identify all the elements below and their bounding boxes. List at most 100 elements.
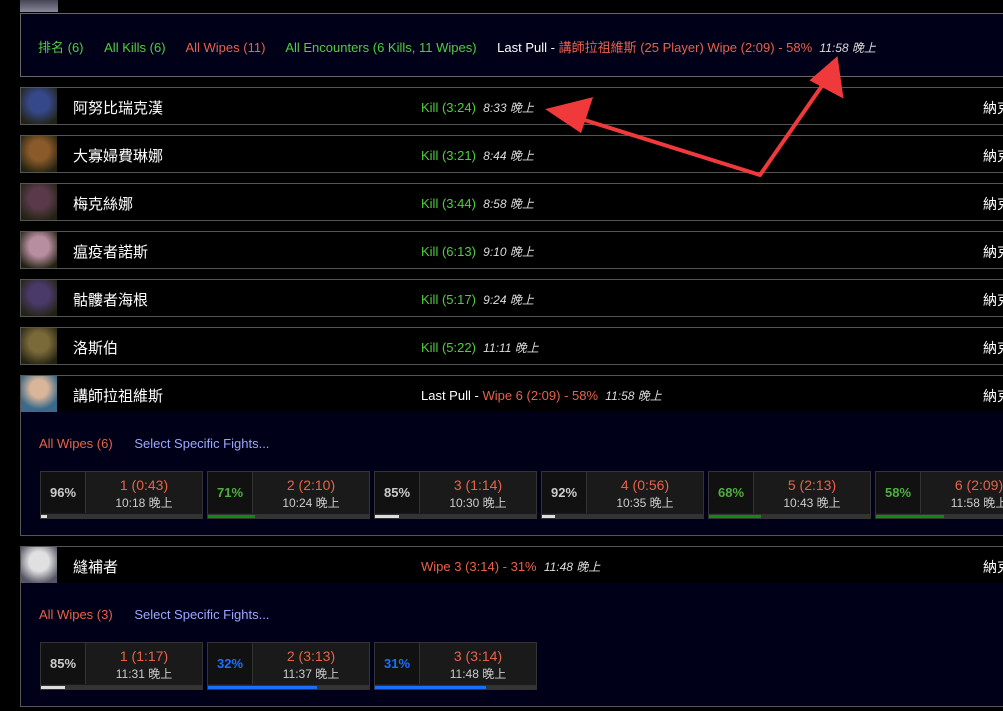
progress-bar <box>709 514 870 518</box>
progress-bar <box>208 685 369 689</box>
zone-label: 納克 <box>983 196 1003 212</box>
kill-time: 9:24 晚上 <box>483 293 534 307</box>
last-pull-link[interactable]: 講師拉祖維斯 (25 Player) Wipe (2:09) - 58% <box>559 40 813 55</box>
boss-health-percent: 31% <box>375 643 420 684</box>
boss-name: 縫補者 <box>73 559 119 576</box>
kill-link[interactable]: Kill (3:44) <box>421 196 476 211</box>
progress-fill <box>542 515 555 518</box>
kill-time: 11:11 晚上 <box>483 341 539 355</box>
progress-fill <box>709 515 761 518</box>
boss-health-percent: 58% <box>876 472 921 513</box>
kill-link[interactable]: Kill (3:24) <box>421 100 476 115</box>
fight-label: 1 (1:17) <box>119 648 169 664</box>
boss-health-percent: 71% <box>208 472 253 513</box>
kill-link[interactable]: Kill (5:17) <box>421 292 476 307</box>
boss-avatar <box>21 328 57 364</box>
encounter-row[interactable]: 洛斯伯 Kill (5:22) 11:11 晚上 納克 <box>20 327 1003 365</box>
result-link[interactable]: Wipe 6 (2:09) - 58% <box>482 388 598 403</box>
boss-health-percent: 96% <box>41 472 86 513</box>
razuvious-fights-panel: All Wipes (6) Select Specific Fights... … <box>20 412 1003 536</box>
kill-link[interactable]: Kill (3:21) <box>421 148 476 163</box>
rankings-link[interactable]: 排名 (6) <box>38 40 84 55</box>
fight-time: 10:30 晚上 <box>449 496 507 510</box>
encounter-row[interactable]: 阿努比瑞克漢 Kill (3:24) 8:33 晚上 納克 <box>20 87 1003 125</box>
last-pull-label: Last Pull <box>421 388 471 403</box>
encounter-row[interactable]: 大寡婦費琳娜 Kill (3:21) 8:44 晚上 納克 <box>20 135 1003 173</box>
boss-avatar <box>21 376 57 412</box>
fight-card[interactable]: 85% 3 (1:14) 10:30 晚上 <box>374 471 537 519</box>
fight-time: 11:58 晚上 <box>950 496 1003 510</box>
last-pull-time: 11:58 晚上 <box>819 41 876 55</box>
gothik-fights-panel: All Wipes (3) Select Specific Fights... … <box>20 583 1003 707</box>
fight-card[interactable]: 58% 6 (2:09) 11:58 晚上 <box>875 471 1003 519</box>
encounter-row[interactable]: 瘟疫者諾斯 Kill (6:13) 9:10 晚上 納克 <box>20 231 1003 269</box>
fight-time: 10:24 晚上 <box>282 496 340 510</box>
fight-card[interactable]: 32% 2 (3:13) 11:37 晚上 <box>207 642 370 690</box>
all-encounters-link[interactable]: All Encounters (6 Kills, 11 Wipes) <box>285 40 476 55</box>
fight-card[interactable]: 92% 4 (0:56) 10:35 晚上 <box>541 471 704 519</box>
boss-health-percent: 85% <box>41 643 86 684</box>
fight-card[interactable]: 71% 2 (2:10) 10:24 晚上 <box>207 471 370 519</box>
fight-card[interactable]: 85% 1 (1:17) 11:31 晚上 <box>40 642 203 690</box>
boss-avatar <box>21 136 57 172</box>
result-link[interactable]: Wipe 3 (3:14) - 31% <box>421 559 537 574</box>
kill-time: 8:33 晚上 <box>483 101 534 115</box>
fight-card[interactable]: 96% 1 (0:43) 10:18 晚上 <box>40 471 203 519</box>
fight-card[interactable]: 68% 5 (2:13) 10:43 晚上 <box>708 471 871 519</box>
kill-time: 8:44 晚上 <box>483 149 534 163</box>
fight-label: 3 (3:14) <box>453 648 503 664</box>
kill-time: 8:58 晚上 <box>483 197 534 211</box>
all-kills-link[interactable]: All Kills (6) <box>104 40 165 55</box>
last-pull-label: Last Pull <box>497 40 548 55</box>
boss-health-percent: 32% <box>208 643 253 684</box>
pull-time: 11:48 晚上 <box>543 560 601 574</box>
fight-label: 1 (0:43) <box>119 477 169 493</box>
fight-label: 3 (1:14) <box>453 477 503 493</box>
all-wipes-link[interactable]: All Wipes (11) <box>185 40 265 55</box>
encounter-row-razuvious[interactable]: 講師拉祖維斯 Last Pull - Wipe 6 (2:09) - 58% 1… <box>20 375 1003 413</box>
summary-panel: 排名 (6) All Kills (6) All Wipes (11) All … <box>20 13 1003 77</box>
pull-time: 11:58 晚上 <box>605 389 662 403</box>
boss-avatar <box>21 280 57 316</box>
zone-label: 納克 <box>983 388 1003 404</box>
progress-bar <box>375 685 536 689</box>
boss-name: 大寡婦費琳娜 <box>73 148 164 165</box>
boss-health-percent: 68% <box>709 472 754 513</box>
progress-fill <box>41 515 48 518</box>
progress-bar <box>876 514 1003 518</box>
fight-time: 10:43 晚上 <box>783 496 841 510</box>
zone-label: 納克 <box>983 244 1003 260</box>
boss-name: 瘟疫者諾斯 <box>73 244 149 261</box>
fight-time: 11:31 晚上 <box>115 667 173 681</box>
boss-name: 梅克絲娜 <box>73 196 134 213</box>
fight-label: 5 (2:13) <box>787 477 837 493</box>
encounter-row[interactable]: 梅克絲娜 Kill (3:44) 8:58 晚上 納克 <box>20 183 1003 221</box>
progress-bar <box>41 514 202 518</box>
zone-label: 納克 <box>983 292 1003 308</box>
fight-card[interactable]: 31% 3 (3:14) 11:48 晚上 <box>374 642 537 690</box>
kill-link[interactable]: Kill (5:22) <box>421 340 476 355</box>
progress-fill <box>876 515 944 518</box>
encounter-row-gothik[interactable]: 縫補者 Wipe 3 (3:14) - 31% 11:48 晚上 納克 <box>20 546 1003 584</box>
progress-bar <box>542 514 703 518</box>
kill-time: 9:10 晚上 <box>483 245 534 259</box>
fight-label: 2 (3:13) <box>286 648 336 664</box>
progress-bar <box>41 685 202 689</box>
select-fights-link[interactable]: Select Specific Fights... <box>134 436 269 451</box>
kill-link[interactable]: Kill (6:13) <box>421 244 476 259</box>
progress-fill <box>208 686 318 689</box>
boss-name: 阿努比瑞克漢 <box>73 100 164 117</box>
zone-label: 納克 <box>983 148 1003 164</box>
previous-boss-avatar <box>20 0 58 12</box>
all-wipes-link[interactable]: All Wipes (6) <box>39 436 113 451</box>
boss-name: 洛斯伯 <box>73 340 119 357</box>
progress-bar <box>375 514 536 518</box>
all-wipes-link[interactable]: All Wipes (3) <box>39 607 113 622</box>
encounter-row[interactable]: 骷髏者海根 Kill (5:17) 9:24 晚上 納克 <box>20 279 1003 317</box>
select-fights-link[interactable]: Select Specific Fights... <box>134 607 269 622</box>
fight-label: 4 (0:56) <box>620 477 670 493</box>
boss-name: 骷髏者海根 <box>73 292 149 309</box>
fight-label: 2 (2:10) <box>286 477 336 493</box>
progress-fill <box>375 686 487 689</box>
fight-time: 10:18 晚上 <box>115 496 173 510</box>
